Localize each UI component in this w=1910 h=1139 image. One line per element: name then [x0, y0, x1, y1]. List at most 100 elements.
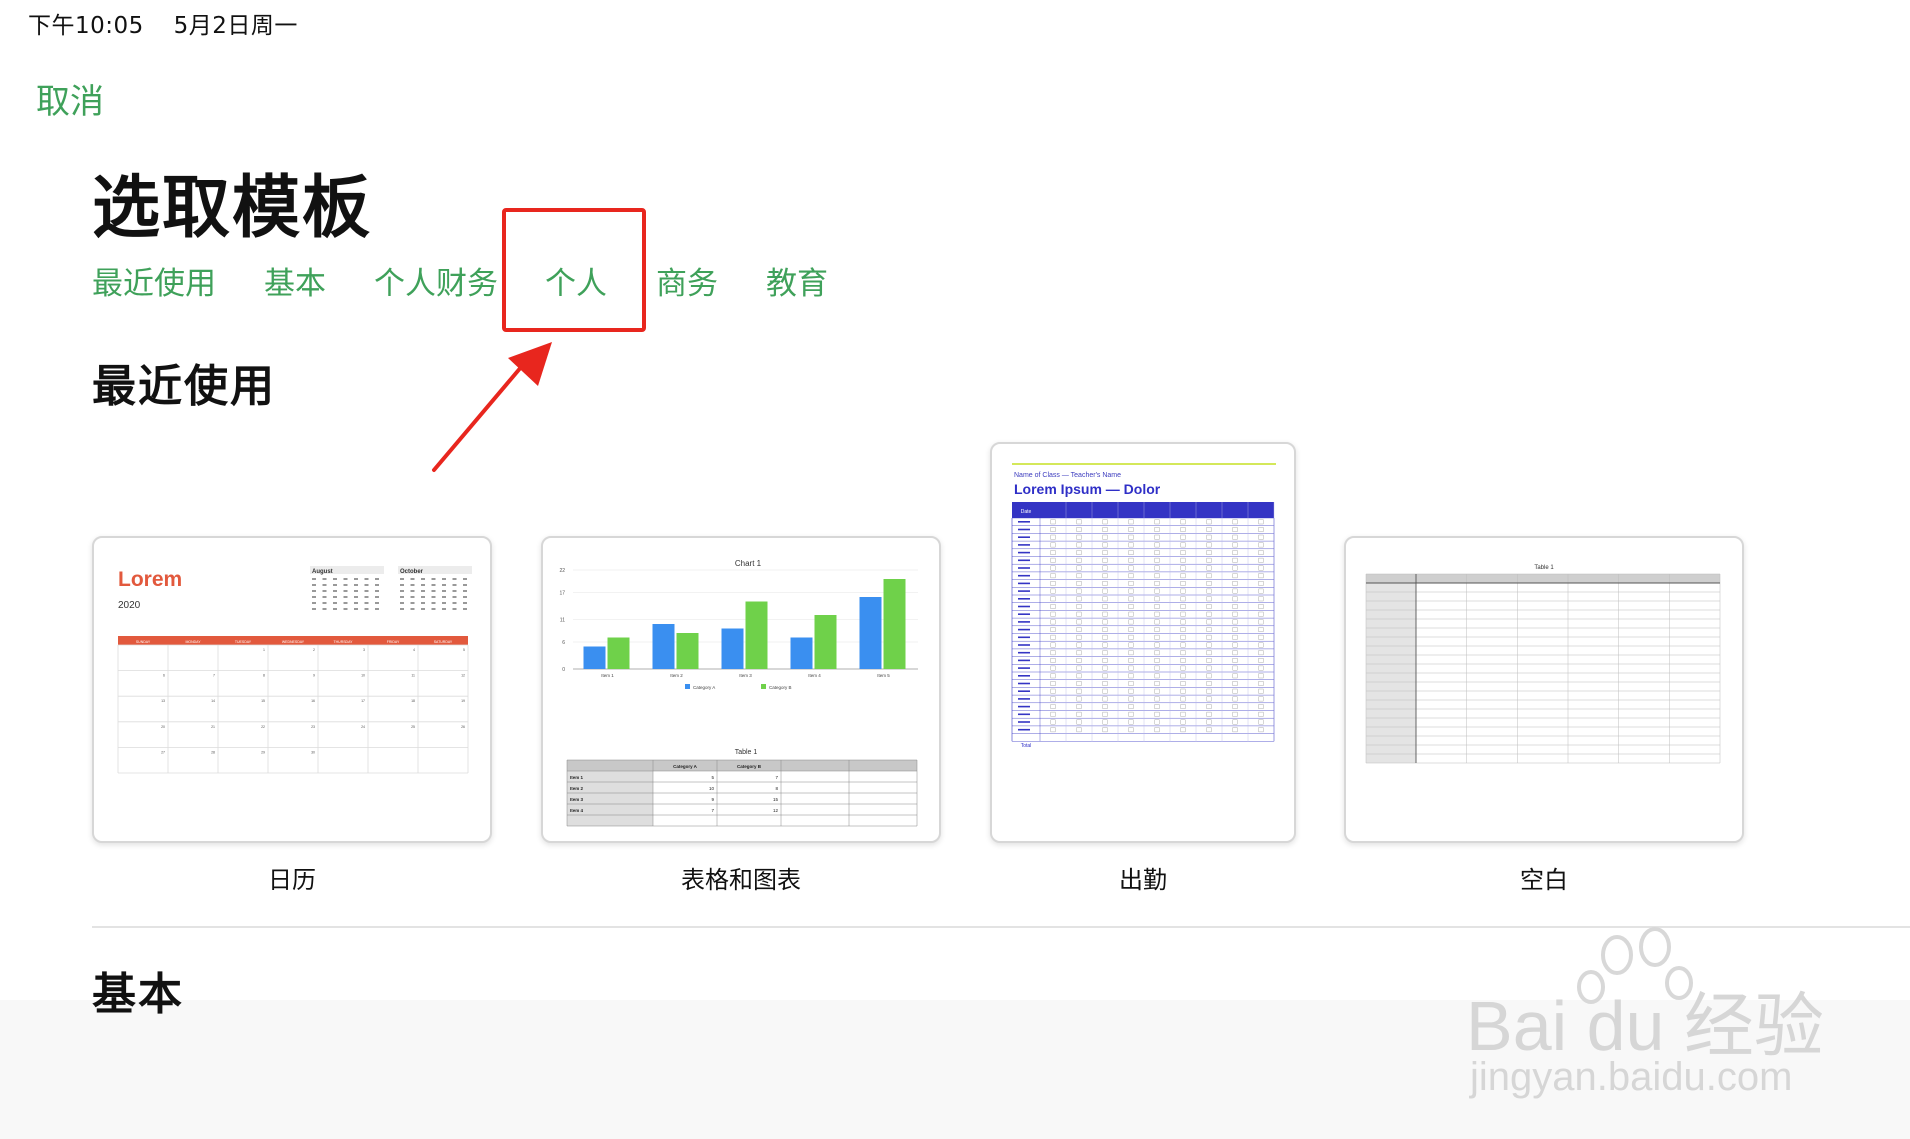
attendance-checkbox [1076, 550, 1082, 556]
attendance-checkbox [1154, 627, 1160, 632]
table-col-header: Category A [673, 764, 698, 769]
table-cell-b: 15 [773, 797, 779, 802]
attendance-date-cell [1018, 559, 1030, 562]
mini-calendar-day [375, 608, 379, 610]
attendance-checkbox [1206, 727, 1212, 733]
mini-calendar-day [431, 578, 436, 580]
watermark-url: jingyan.baidu.com [1470, 1055, 1793, 1099]
attendance-checkbox [1180, 727, 1186, 733]
mini-calendar-day [421, 584, 425, 586]
chart-title: Chart 1 [735, 559, 762, 568]
calendar-weekday: THURSDAY [334, 640, 354, 644]
attendance-checkbox [1102, 665, 1108, 671]
attendance-preview: Name of Class — Teacher's Name Lorem Ips… [1011, 463, 1276, 749]
attendance-checkbox [1258, 688, 1264, 694]
chart-x-label: Item 2 [670, 673, 683, 678]
attendance-checkbox [1258, 704, 1264, 709]
attendance-checkbox [1180, 657, 1186, 663]
tab-education[interactable]: 教育 [766, 258, 828, 303]
mini-calendar-day [375, 596, 379, 598]
attendance-checkbox [1050, 550, 1056, 556]
calendar-heading: Lorem [118, 568, 182, 591]
calendar-day-number: 21 [211, 725, 215, 729]
mini-calendar-day [312, 608, 316, 610]
attendance-checkbox [1258, 719, 1264, 725]
attendance-checkbox [1076, 665, 1082, 671]
attendance-checkbox [1050, 619, 1056, 625]
calendar-day-number: 13 [161, 699, 165, 703]
table-row-label: Item 4 [570, 808, 584, 813]
attendance-checkbox [1232, 704, 1238, 709]
blank-header-row [1366, 574, 1720, 583]
table-cell-a: 5 [711, 775, 714, 780]
attendance-checkbox [1076, 696, 1082, 702]
calendar-day-number: 14 [211, 699, 215, 703]
mini-calendar-day [375, 584, 379, 586]
template-label-blank: 空白 [1520, 866, 1568, 894]
calendar-day-number: 30 [311, 750, 315, 754]
attendance-checkbox [1076, 704, 1082, 709]
template-card-calendar[interactable]: Lorem 2020 August October SUNDAY MONDAY TU… [92, 536, 492, 843]
mini-calendar-day [431, 584, 436, 586]
attendance-checkbox [1154, 611, 1160, 617]
mini-month-october-label: October [400, 569, 424, 575]
mini-calendar-day [343, 578, 348, 580]
attendance-checkbox [1076, 542, 1082, 548]
mini-calendar-day [343, 608, 348, 610]
attendance-checkbox [1258, 642, 1264, 648]
mini-calendar-day [343, 602, 348, 604]
attendance-checkbox [1180, 681, 1186, 686]
attendance-checkbox [1154, 681, 1160, 686]
attendance-checkbox [1128, 542, 1134, 548]
mini-calendar-day [400, 602, 404, 604]
attendance-checkbox [1102, 557, 1108, 563]
chart-x-label: Item 4 [808, 673, 821, 678]
attendance-checkbox [1050, 650, 1056, 656]
attendance-checkbox [1076, 527, 1082, 532]
table-row-label: Item 2 [570, 786, 584, 791]
attendance-checkbox [1180, 542, 1186, 548]
calendar-day-number: 29 [261, 750, 265, 754]
attendance-checkbox [1180, 704, 1186, 709]
tab-business[interactable]: 商务 [656, 258, 718, 303]
template-label-charts: 表格和图表 [681, 866, 801, 894]
attendance-checkbox [1258, 557, 1264, 563]
attendance-checkbox [1258, 611, 1264, 617]
section-title-recent: 最近使用 [92, 361, 276, 412]
attendance-checkbox [1076, 519, 1082, 525]
calendar-preview: Lorem 2020 August October SUNDAY MONDAY TU… [117, 566, 472, 774]
template-card-attendance[interactable]: Name of Class — Teacher's Name Lorem Ips… [990, 442, 1296, 843]
attendance-checkbox [1050, 519, 1056, 525]
cancel-button[interactable]: 取消 [36, 74, 104, 123]
mini-calendar-day [421, 590, 425, 592]
attendance-checkbox [1050, 673, 1056, 679]
attendance-checkbox [1102, 573, 1108, 579]
chart-y-tick: 22 [559, 568, 565, 574]
attendance-checkbox [1154, 596, 1160, 602]
attendance-checkbox [1232, 542, 1238, 548]
mini-calendar-day [410, 602, 415, 604]
attendance-checkbox [1258, 711, 1264, 717]
attendance-checkbox [1180, 527, 1186, 532]
attendance-checkbox [1128, 604, 1134, 609]
calendar-day-number: 18 [411, 699, 415, 703]
attendance-checkbox [1128, 673, 1134, 679]
tab-recent[interactable]: 最近使用 [92, 258, 216, 303]
attendance-date-cell [1018, 613, 1030, 615]
attendance-checkbox [1154, 519, 1160, 525]
mini-calendar-day [322, 602, 327, 604]
attendance-checkbox [1102, 650, 1108, 656]
chart-bar [859, 597, 882, 669]
attendance-checkbox [1258, 519, 1264, 525]
template-card-charts[interactable]: Chart 1 0 6 11 17 22 Item 1 Item 2 Item 3 Item … [541, 536, 941, 843]
template-card-blank[interactable]: Table 1 [1344, 536, 1744, 843]
chart-x-label: Item 5 [877, 673, 890, 678]
status-time: 下午10:05 [28, 13, 144, 39]
attendance-checkbox [1102, 596, 1108, 602]
attendance-checkbox [1050, 596, 1056, 602]
tab-basic[interactable]: 基本 [264, 258, 326, 303]
attendance-checkbox [1154, 650, 1160, 656]
attendance-checkbox [1206, 619, 1212, 625]
mini-calendar-day [354, 608, 358, 610]
tab-personal-finance[interactable]: 个人财务 [374, 258, 498, 303]
